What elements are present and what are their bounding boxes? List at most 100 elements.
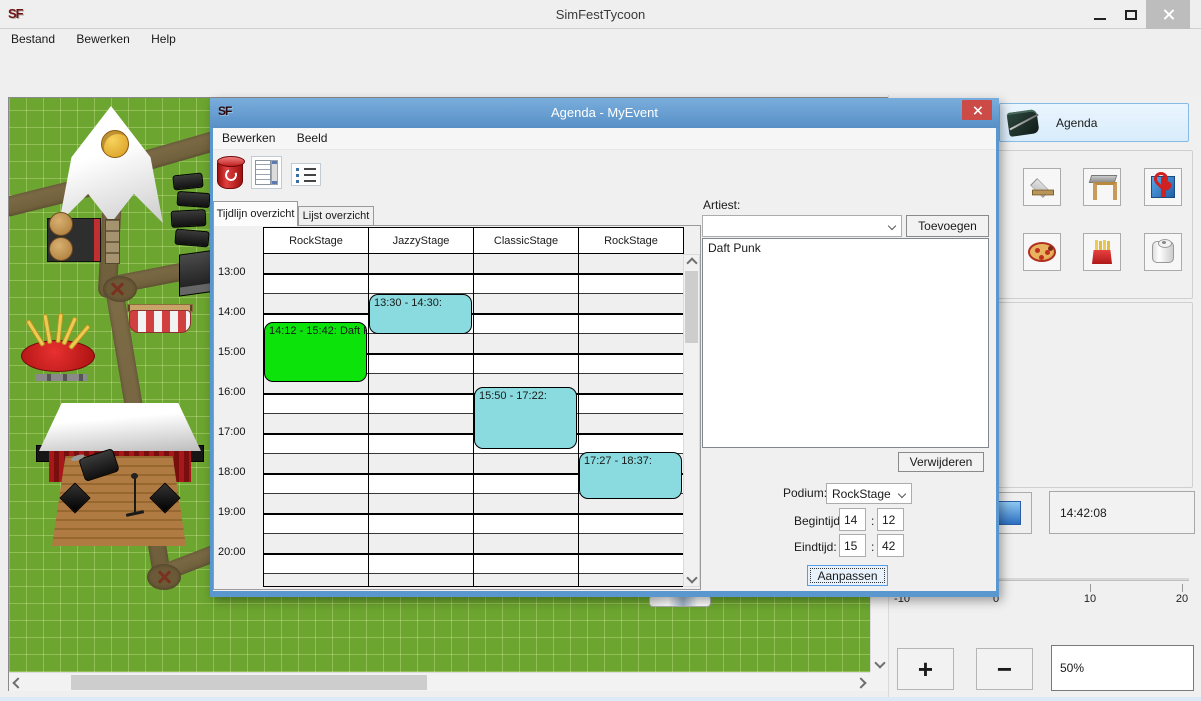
- begin-time-label: Begintijd:: [794, 514, 843, 528]
- schedule-scrollbar[interactable]: [683, 254, 700, 587]
- schedule-grid[interactable]: 14:12 - 15:42: Daft Punk13:30 - 14:30: 15…: [263, 254, 684, 587]
- remove-artist-button[interactable]: Verwijderen: [898, 452, 984, 472]
- dance-floor-icon: [1029, 176, 1055, 198]
- crossing-mark-icon: [109, 281, 125, 297]
- schedule-event[interactable]: 13:30 - 14:30:: [369, 294, 472, 334]
- close-button[interactable]: [1146, 0, 1190, 29]
- artist-list-item[interactable]: Daft Punk: [703, 239, 988, 257]
- minimize-icon: [1094, 18, 1106, 20]
- speaker-box: [172, 172, 203, 190]
- picnic-bench[interactable]: [105, 219, 120, 264]
- map-horizontal-scrollbar[interactable]: [9, 672, 870, 691]
- scroll-left-icon[interactable]: [10, 675, 26, 691]
- menu-item-help[interactable]: Help: [142, 30, 185, 48]
- maximize-icon: [1125, 10, 1137, 20]
- begin-hour-field[interactable]: 14: [839, 508, 866, 531]
- shop-item-gift-button[interactable]: [1144, 168, 1182, 206]
- time-label: 16:00: [218, 386, 260, 398]
- app-toolbar: [0, 51, 1201, 96]
- dialog-title: Agenda - MyEvent: [210, 105, 999, 120]
- delete-trash-icon[interactable]: [217, 158, 243, 189]
- zoom-out-button[interactable]: −: [976, 648, 1033, 690]
- app-title: SimFestTycoon: [0, 7, 1201, 22]
- dialog-content: Bewerken Beeld Tijdlijn overzicht Lijst …: [213, 128, 996, 591]
- slider-tick: [1090, 584, 1091, 592]
- menu-item-bestand[interactable]: Bestand: [2, 30, 64, 48]
- stage-roof: [39, 403, 201, 451]
- column-divider: [578, 254, 579, 586]
- schedule-event[interactable]: 14:12 - 15:42: Daft Punk: [264, 322, 367, 382]
- artist-listbox[interactable]: Daft Punk: [702, 238, 989, 448]
- toilet-paper-icon: [1152, 241, 1174, 263]
- shop-item-fries-button[interactable]: [1083, 233, 1121, 271]
- horizontal-scroll-thumb[interactable]: [71, 675, 427, 690]
- app-window: SF SimFestTycoon Bestand Bewerken Help: [0, 0, 1201, 701]
- info-panel: [997, 302, 1193, 488]
- shop-item-toilet-paper-button[interactable]: [1144, 233, 1182, 271]
- time-label: 13:00: [218, 266, 260, 278]
- dialog-menu-beeld[interactable]: Beeld: [288, 128, 337, 145]
- time-label: 19:00: [218, 506, 260, 518]
- schedule-event[interactable]: 15:50 - 17:22:: [474, 387, 577, 448]
- app-menubar: Bestand Bewerken Help: [0, 30, 1201, 50]
- end-minute-field[interactable]: 42: [877, 534, 904, 557]
- minimize-button[interactable]: [1086, 0, 1114, 29]
- schedule-event[interactable]: 17:27 - 18:37:: [579, 452, 682, 499]
- schedule-scroll-thumb[interactable]: [685, 271, 698, 343]
- mic-stand-icon: [134, 477, 136, 513]
- speaker-box: [174, 229, 209, 248]
- ticket-booth[interactable]: [129, 310, 191, 333]
- slider-tick-label: 20: [1176, 593, 1188, 605]
- window-bottom-edge: [0, 697, 1201, 701]
- time-label: 20:00: [218, 546, 260, 558]
- dialog-titlebar[interactable]: SF Agenda - MyEvent: [210, 98, 999, 128]
- apply-button[interactable]: Aanpassen: [807, 565, 888, 586]
- play-icon: [997, 501, 1021, 525]
- slider-tick-label: 10: [1084, 593, 1096, 605]
- zoom-level-field[interactable]: 50%: [1051, 645, 1194, 691]
- app-titlebar: SF SimFestTycoon: [0, 0, 1201, 29]
- shop-item-gate-button[interactable]: [1083, 168, 1121, 206]
- timeline-view-button[interactable]: [251, 156, 282, 189]
- scroll-up-icon[interactable]: [684, 255, 700, 271]
- main-stage[interactable]: [36, 399, 204, 559]
- shop-item-dance-floor-button[interactable]: [1023, 168, 1061, 206]
- dialog-menu-bewerken[interactable]: Bewerken: [213, 128, 284, 145]
- burger-icon: [49, 212, 73, 236]
- podium-combobox-value: RockStage: [832, 487, 891, 501]
- sidebar-item-agenda[interactable]: Agenda: [999, 103, 1189, 142]
- end-hour-field[interactable]: 15: [839, 534, 866, 557]
- list-view-button[interactable]: [291, 163, 321, 186]
- stage-column-header: ClassicStage: [474, 228, 579, 253]
- scroll-corner: [870, 672, 888, 691]
- time-label: 15:00: [218, 346, 260, 358]
- zoom-in-button[interactable]: +: [897, 648, 954, 690]
- time-label: 14:00: [218, 306, 260, 318]
- tab-lijst-overzicht[interactable]: Lijst overzicht: [298, 206, 374, 226]
- time-separator: :: [871, 514, 874, 528]
- scroll-right-icon[interactable]: [853, 675, 869, 691]
- burger-icon: [49, 237, 73, 261]
- list-view-icon: [296, 168, 316, 182]
- dialog-close-button[interactable]: [962, 100, 992, 120]
- podium-label: Podium:: [783, 486, 827, 500]
- scroll-down-icon[interactable]: [872, 655, 888, 671]
- circus-tent[interactable]: [59, 106, 163, 228]
- tab-tijdlijn-overzicht[interactable]: Tijdlijn overzicht: [213, 201, 298, 226]
- artist-combobox[interactable]: [702, 215, 902, 237]
- gate-icon: [1089, 175, 1115, 199]
- add-artist-button[interactable]: Toevoegen: [906, 215, 989, 237]
- scroll-down-icon[interactable]: [684, 570, 700, 586]
- shop-item-pizza-button[interactable]: [1023, 233, 1061, 271]
- pizza-icon: [1028, 242, 1056, 262]
- begin-minute-field[interactable]: 12: [877, 508, 904, 531]
- timeline-tab-page: 13:00 14:00 15:00 16:00 17:00 18:00 19:0…: [213, 225, 701, 590]
- stage-column-header: RockStage: [579, 228, 683, 253]
- tent-logo-icon: [101, 130, 129, 158]
- podium-combobox[interactable]: RockStage: [826, 483, 912, 504]
- menu-item-bewerken[interactable]: Bewerken: [67, 30, 138, 48]
- time-label: 18:00: [218, 466, 260, 478]
- maximize-button[interactable]: [1117, 0, 1145, 29]
- speaker-box: [171, 209, 207, 228]
- fries-stand[interactable]: [21, 340, 95, 372]
